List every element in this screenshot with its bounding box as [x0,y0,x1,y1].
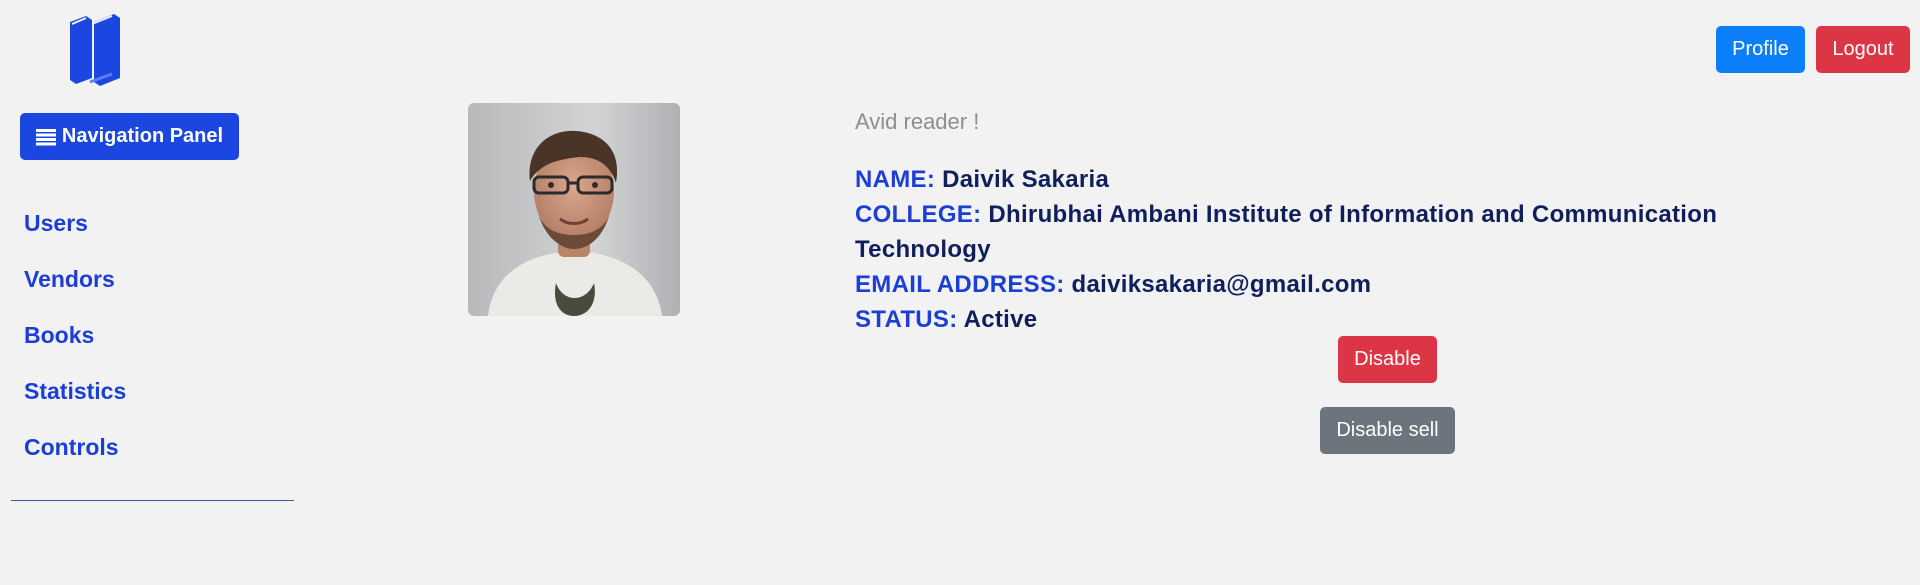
status-key: STATUS: [855,306,958,333]
college-value: Dhirubhai Ambani Institute of Informatio… [855,201,1718,263]
disable-button[interactable]: Disable [1338,336,1437,383]
college-key: COLLEGE: [855,201,982,228]
sidebar-item-vendors[interactable]: Vendors [24,264,126,320]
sidebar-nav: Users Vendors Books Statistics Controls [24,208,126,488]
email-value: daiviksakaria@gmail.com [1071,271,1372,298]
profile-bio: Avid reader ! [855,109,980,134]
college-row: COLLEGE: Dhirubhai Ambani Institute of I… [855,197,1815,267]
sidebar-divider [11,500,294,501]
list-icon [35,128,56,146]
sidebar-item-statistics[interactable]: Statistics [24,376,126,432]
avatar [468,103,680,316]
email-row: EMAIL ADDRESS: daiviksakaria@gmail.com [855,267,1815,302]
status-row: STATUS: Active [855,302,1815,337]
name-key: NAME: [855,166,936,193]
sidebar-item-controls[interactable]: Controls [24,432,126,488]
logout-button[interactable]: Logout [1816,26,1910,73]
name-value: Daivik Sakaria [942,166,1110,193]
navigation-panel-button[interactable]: Navigation Panel [20,113,239,160]
profile-info: NAME: Daivik Sakaria COLLEGE: Dhirubhai … [855,162,1815,337]
disable-sell-button[interactable]: Disable sell [1320,407,1455,454]
header-actions: Profile Logout [1716,26,1910,73]
profile-button[interactable]: Profile [1716,26,1805,73]
status-value: Active [963,306,1038,333]
name-row: NAME: Daivik Sakaria [855,162,1815,197]
email-key: EMAIL ADDRESS: [855,271,1065,298]
books-logo-icon [66,12,134,88]
sidebar-item-books[interactable]: Books [24,320,126,376]
navigation-panel-label: Navigation Panel [61,125,224,147]
sidebar-item-users[interactable]: Users [24,208,126,264]
